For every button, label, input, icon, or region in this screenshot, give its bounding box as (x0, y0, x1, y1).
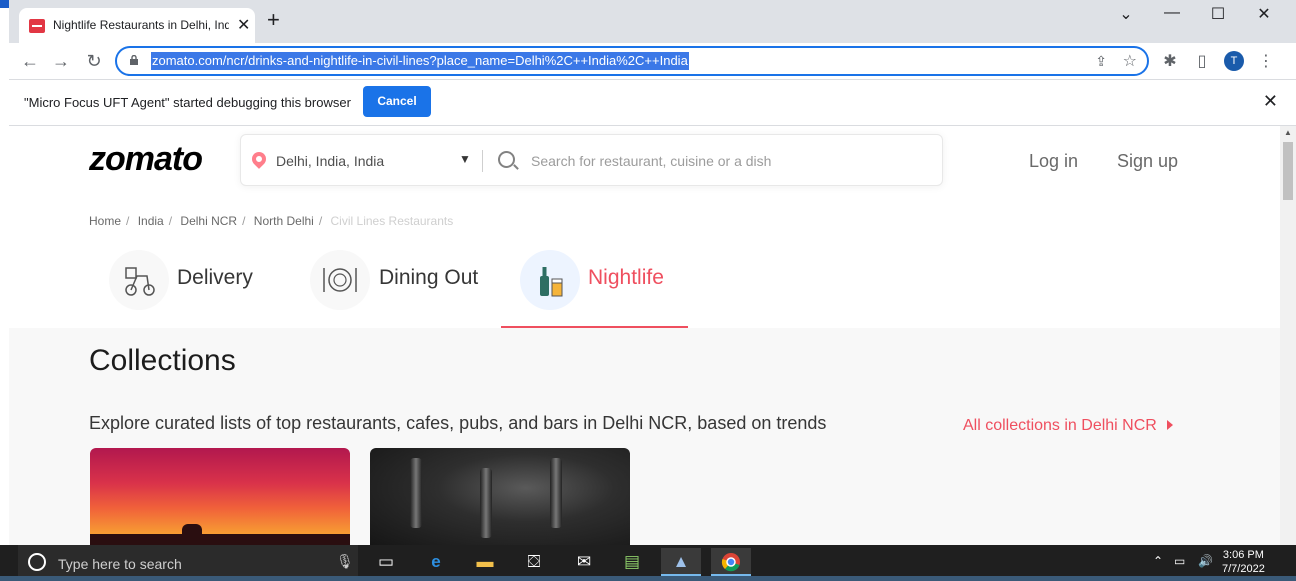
maximize-icon[interactable]: ☐ (1203, 4, 1233, 24)
infobar-message: "Micro Focus UFT Agent" started debuggin… (24, 95, 351, 110)
page-viewport: zomato Delhi, India, India ▼ Search for … (9, 126, 1280, 545)
scrollbar-thumb[interactable] (1283, 142, 1293, 200)
cortana-icon[interactable] (28, 553, 46, 571)
zomato-favicon-icon (29, 19, 45, 33)
tab-delivery[interactable]: Delivery (109, 250, 269, 312)
windows-taskbar: Type here to search 🎙 ▭ e ▬ ⛋ ✉ ▤ ▲ ⌃ ▭ … (0, 545, 1296, 576)
search-divider (482, 150, 483, 172)
breadcrumb-delhi-ncr[interactable]: Delhi NCR (180, 214, 237, 228)
side-panel-icon[interactable]: ▯ (1191, 51, 1213, 71)
tab-search-icon[interactable]: ⌄ (1111, 4, 1141, 24)
collection-card[interactable] (90, 448, 350, 545)
taskbar-search-input[interactable]: Type here to search (58, 556, 182, 572)
microphone-icon[interactable]: 🎙 (336, 553, 354, 570)
profile-avatar[interactable]: T (1224, 51, 1244, 71)
collections-heading: Collections (89, 344, 236, 377)
card-tap-image (550, 458, 562, 528)
breadcrumb-separator: / (318, 214, 323, 228)
breadcrumb-north-delhi[interactable]: North Delhi (254, 214, 314, 228)
infobar-close-icon[interactable]: ✕ (1263, 91, 1278, 112)
location-pin-icon (249, 149, 269, 169)
task-view-icon[interactable]: ▭ (366, 548, 406, 576)
notepad-app-icon[interactable]: ▤ (612, 548, 652, 576)
file-explorer-icon[interactable]: ▬ (465, 548, 505, 576)
menu-icon[interactable]: ⋮ (1255, 51, 1277, 71)
store-icon[interactable]: ⛋ (514, 548, 554, 576)
volume-icon[interactable]: 🔊 (1198, 554, 1213, 568)
tab-dining-out[interactable]: Dining Out (310, 250, 490, 312)
card-tap-image (480, 468, 492, 538)
all-collections-link[interactable]: All collections in Delhi NCR (963, 417, 1173, 435)
browser-tab[interactable]: Nightlife Restaurants in Delhi, India ✕ (19, 8, 255, 43)
breadcrumb-home[interactable]: Home (89, 214, 121, 228)
address-bar[interactable]: zomato.com/ncr/drinks-and-nightlife-in-c… (115, 46, 1149, 76)
search-input[interactable]: Search for restaurant, cuisine or a dish (531, 153, 771, 169)
delivery-scooter-icon (109, 250, 169, 310)
minimize-icon[interactable]: — (1157, 4, 1187, 22)
system-clock[interactable]: 3:06 PM 7/7/2022 (1222, 548, 1265, 576)
tray-chevron-icon[interactable]: ⌃ (1153, 554, 1163, 568)
search-icon (498, 151, 515, 168)
tab-dining-out-label: Dining Out (379, 266, 479, 289)
network-icon[interactable]: ▭ (1174, 554, 1185, 568)
tab-close-icon[interactable]: ✕ (237, 15, 250, 35)
nightlife-bottle-icon (520, 250, 580, 310)
reload-icon[interactable]: ↻ (82, 49, 106, 73)
browser-window: Nightlife Restaurants in Delhi, India ✕ … (9, 0, 1296, 545)
breadcrumb-current: Civil Lines Restaurants (330, 214, 454, 228)
browser-toolbar: ← → ↻ zomato.com/ncr/drinks-and-nightlif… (9, 43, 1296, 80)
clock-date: 7/7/2022 (1222, 563, 1265, 575)
tab-title: Nightlife Restaurants in Delhi, India (53, 18, 229, 32)
back-icon[interactable]: ← (18, 49, 42, 73)
tab-nightlife-label: Nightlife (588, 266, 664, 289)
edge-icon[interactable]: e (416, 548, 456, 576)
card-tap-image (410, 458, 422, 528)
card-silhouette (182, 524, 202, 538)
page-scrollbar[interactable]: ▲ (1280, 126, 1296, 545)
category-tabs: Delivery Dining Out Nightlife (9, 242, 1280, 328)
url-text[interactable]: zomato.com/ncr/drinks-and-nightlife-in-c… (151, 52, 689, 70)
location-select[interactable]: Delhi, India, India (276, 153, 384, 169)
login-link[interactable]: Log in (1029, 151, 1078, 172)
tab-strip: Nightlife Restaurants in Delhi, India ✕ … (9, 0, 1296, 43)
breadcrumb-separator: / (242, 214, 246, 228)
share-icon[interactable]: ⇪ (1095, 53, 1107, 70)
breadcrumb-separator: / (168, 214, 173, 228)
bookmark-star-icon[interactable]: ☆ (1123, 51, 1137, 71)
breadcrumb-india[interactable]: India (138, 214, 164, 228)
collections-subtitle: Explore curated lists of top restaurants… (89, 413, 827, 433)
scroll-up-icon[interactable]: ▲ (1284, 128, 1292, 137)
forward-icon[interactable]: → (49, 49, 73, 73)
tab-nightlife[interactable]: Nightlife (520, 250, 680, 312)
caret-down-icon[interactable]: ▼ (459, 152, 471, 166)
mail-icon[interactable]: ✉ (564, 548, 604, 576)
collection-card[interactable] (370, 448, 630, 545)
zomato-logo[interactable]: zomato (89, 140, 203, 179)
extensions-icon[interactable]: ✱ (1159, 51, 1181, 71)
search-bar: Delhi, India, India ▼ Search for restaur… (240, 134, 943, 186)
chrome-icon[interactable] (711, 548, 751, 576)
uft-app-icon[interactable]: ▲ (661, 548, 701, 576)
breadcrumb: Home / India / Delhi NCR / North Delhi / Civ… (89, 214, 458, 228)
clock-time: 3:06 PM (1222, 549, 1264, 561)
dining-plate-icon (310, 250, 370, 310)
new-tab-icon[interactable]: + (267, 9, 280, 31)
debug-infobar: "Micro Focus UFT Agent" started debuggin… (9, 80, 1296, 126)
lock-icon (130, 55, 138, 65)
card-silhouette (90, 534, 350, 545)
breadcrumb-separator: / (126, 214, 130, 228)
signup-link[interactable]: Sign up (1117, 151, 1178, 172)
cancel-button[interactable]: Cancel (363, 86, 431, 117)
tab-delivery-label: Delivery (177, 266, 253, 289)
window-close-icon[interactable]: ✕ (1249, 4, 1279, 24)
